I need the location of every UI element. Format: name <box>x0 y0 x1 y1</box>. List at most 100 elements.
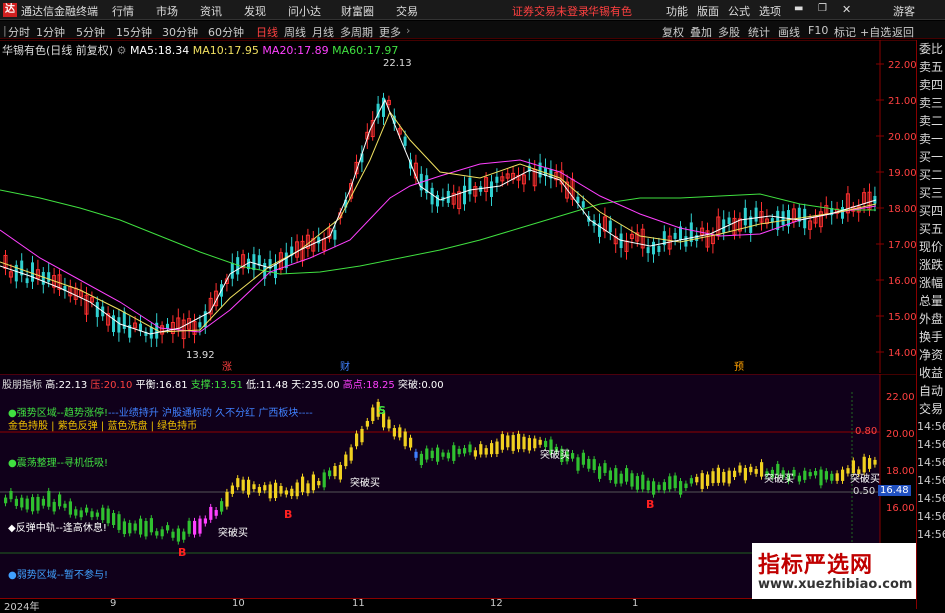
quote-panel-item[interactable]: 总量 <box>917 292 945 310</box>
multi-stock-button[interactable]: 多股 <box>718 24 740 40</box>
quote-panel-item[interactable]: 14:56 <box>917 472 945 490</box>
minimize-icon[interactable]: ▬ <box>794 3 803 14</box>
quote-panel-item[interactable]: 卖一 <box>917 130 945 148</box>
quote-panel-item[interactable]: 收益 <box>917 364 945 382</box>
adjust-button[interactable]: 复权 <box>662 24 684 40</box>
tab-period-timeshare[interactable]: 分时 <box>8 24 30 40</box>
indicator-candle <box>106 505 110 527</box>
indicator-candle <box>511 432 515 454</box>
quote-panel-item[interactable]: 买五 <box>917 220 945 238</box>
quote-panel-item[interactable]: 买三 <box>917 184 945 202</box>
quote-panel-item[interactable]: 委比 <box>917 40 945 58</box>
quote-panel-item[interactable]: 自动 <box>917 382 945 400</box>
price-chart[interactable]: 22.00 21.00 20.00 19.00 18.00 17.00 16.00 15.00… <box>0 40 916 373</box>
menu-wealth[interactable]: 财富圈 <box>341 3 374 19</box>
stats-button[interactable]: 统计 <box>748 24 770 40</box>
quote-panel-item[interactable]: 涨跌 <box>917 256 945 274</box>
menu-function[interactable]: 功能 <box>666 3 688 19</box>
breakout-label-3: 突破买 <box>540 450 570 461</box>
title-bar: 达 通达信金融终端 行情 市场 资讯 发现 问小达 财富圈 交易 证券交易未登录… <box>0 0 945 20</box>
quote-panel-item[interactable]: 换手 <box>917 328 945 346</box>
mark-button[interactable]: 标记 <box>834 24 856 40</box>
draw-line-button[interactable]: 画线 <box>778 24 800 40</box>
price-candle <box>176 308 181 337</box>
zone-weak-label: ●弱势区域--暂不参与! <box>8 570 108 581</box>
menu-layout[interactable]: 版面 <box>697 3 719 19</box>
price-candle <box>425 168 429 200</box>
quote-panel-item[interactable]: 14:56 <box>917 454 945 472</box>
breakout-label-2: 突破买 <box>350 478 380 489</box>
quote-panel-item[interactable]: 现价 <box>917 238 945 256</box>
ind-balance: 平衡:16.81 <box>135 380 188 391</box>
tab-period-more[interactable]: 更多 <box>379 24 401 40</box>
tab-period-15min[interactable]: 15分钟 <box>116 24 152 40</box>
menu-news[interactable]: 资讯 <box>200 3 222 19</box>
tab-period-weekly[interactable]: 周线 <box>284 24 306 40</box>
quote-panel-item[interactable]: 14:56 <box>917 490 945 508</box>
menu-trade[interactable]: 交易 <box>396 3 418 19</box>
tab-period-30min[interactable]: 30分钟 <box>162 24 198 40</box>
quote-panel-item[interactable]: 卖五 <box>917 58 945 76</box>
close-icon[interactable]: ✕ <box>842 3 851 16</box>
price-candle <box>290 237 294 264</box>
price-candle <box>300 235 305 267</box>
quote-panel-item[interactable]: 14:56 <box>917 436 945 454</box>
price-candle <box>263 258 267 286</box>
restore-icon[interactable]: ❐ <box>818 3 827 14</box>
overlay-button[interactable]: 叠加 <box>690 24 712 40</box>
menu-formula[interactable]: 公式 <box>728 3 750 19</box>
indicator-name[interactable]: 股朋指标 <box>2 380 42 391</box>
indicator-candle <box>301 473 305 496</box>
back-button[interactable]: 返回 <box>892 24 914 40</box>
more-chevron-icon[interactable]: › <box>406 24 410 37</box>
settings-gear-icon[interactable]: ⚙ <box>117 44 127 57</box>
price-candle <box>554 164 559 188</box>
price-chart-header: 华锡有色(日线 前复权) ⚙ MA5:18.34 MA10:17.95 MA20… <box>2 42 398 58</box>
price-candle <box>559 162 564 193</box>
tab-period-5min[interactable]: 5分钟 <box>76 24 105 40</box>
indicator-pane[interactable]: 22.00 20.00 18.00 16.00 股朋指标 高:22.13 压:20.1… <box>0 374 916 598</box>
price-candle <box>473 182 478 203</box>
menu-ask[interactable]: 问小达 <box>288 3 321 19</box>
login-notice[interactable]: 证券交易未登录 <box>512 3 589 19</box>
quote-panel-item[interactable]: 买四 <box>917 202 945 220</box>
price-candle <box>624 232 629 260</box>
quote-panel-item[interactable]: 卖二 <box>917 112 945 130</box>
quote-panel-item[interactable]: 交易 <box>917 400 945 418</box>
price-candle <box>602 207 607 239</box>
quote-panel-item[interactable]: 买二 <box>917 166 945 184</box>
quote-panel-item[interactable]: 净资 <box>917 346 945 364</box>
tab-period-monthly[interactable]: 月线 <box>312 24 334 40</box>
indicator-y-tick: 20.00 <box>886 429 915 440</box>
menu-options[interactable]: 选项 <box>759 3 781 19</box>
event-marker-cai[interactable]: 财 <box>340 358 350 373</box>
quote-panel-item[interactable]: 14:56 <box>917 508 945 526</box>
quote-panel-item[interactable]: 卖三 <box>917 94 945 112</box>
quote-panel-item[interactable]: 外盘 <box>917 310 945 328</box>
quote-panel-item[interactable]: 14:56 <box>917 526 945 544</box>
guest-label[interactable]: 游客 <box>893 3 915 19</box>
tab-period-multi[interactable]: 多周期 <box>340 24 373 40</box>
app-title: 通达信金融终端 <box>21 5 98 18</box>
quote-panel-item[interactable]: 卖四 <box>917 76 945 94</box>
quote-panel-item[interactable]: 14:56 <box>917 418 945 436</box>
event-marker-zhang[interactable]: 涨 <box>222 358 232 373</box>
f10-button[interactable]: F10 <box>808 24 828 37</box>
indicator-candle <box>198 515 202 537</box>
tab-period-1min[interactable]: 1分钟 <box>36 24 65 40</box>
menu-market[interactable]: 市场 <box>156 3 178 19</box>
add-watchlist-button[interactable]: +自选 <box>860 24 891 40</box>
tab-period-daily[interactable]: 日线 <box>256 24 278 40</box>
quote-panel-item[interactable]: 涨幅 <box>917 274 945 292</box>
tab-period-60min[interactable]: 60分钟 <box>208 24 244 40</box>
menu-quotes[interactable]: 行情 <box>112 3 134 19</box>
price-candle <box>710 227 715 254</box>
quote-panel: 委比 卖五 卖四 卖三 卖二 卖一 买一 买二 买三 买四 买五 现价 涨跌 涨幅 总量 外盘 换手 净资 收益 自动… <box>916 40 945 609</box>
menu-discover[interactable]: 发现 <box>244 3 266 19</box>
ind-support: 支撑:13.51 <box>190 380 243 391</box>
price-candle <box>619 225 623 258</box>
event-marker-yu[interactable]: 预 <box>734 358 744 373</box>
price-candle <box>845 186 850 222</box>
quote-panel-item[interactable]: 买一 <box>917 148 945 166</box>
price-candle <box>14 260 18 289</box>
